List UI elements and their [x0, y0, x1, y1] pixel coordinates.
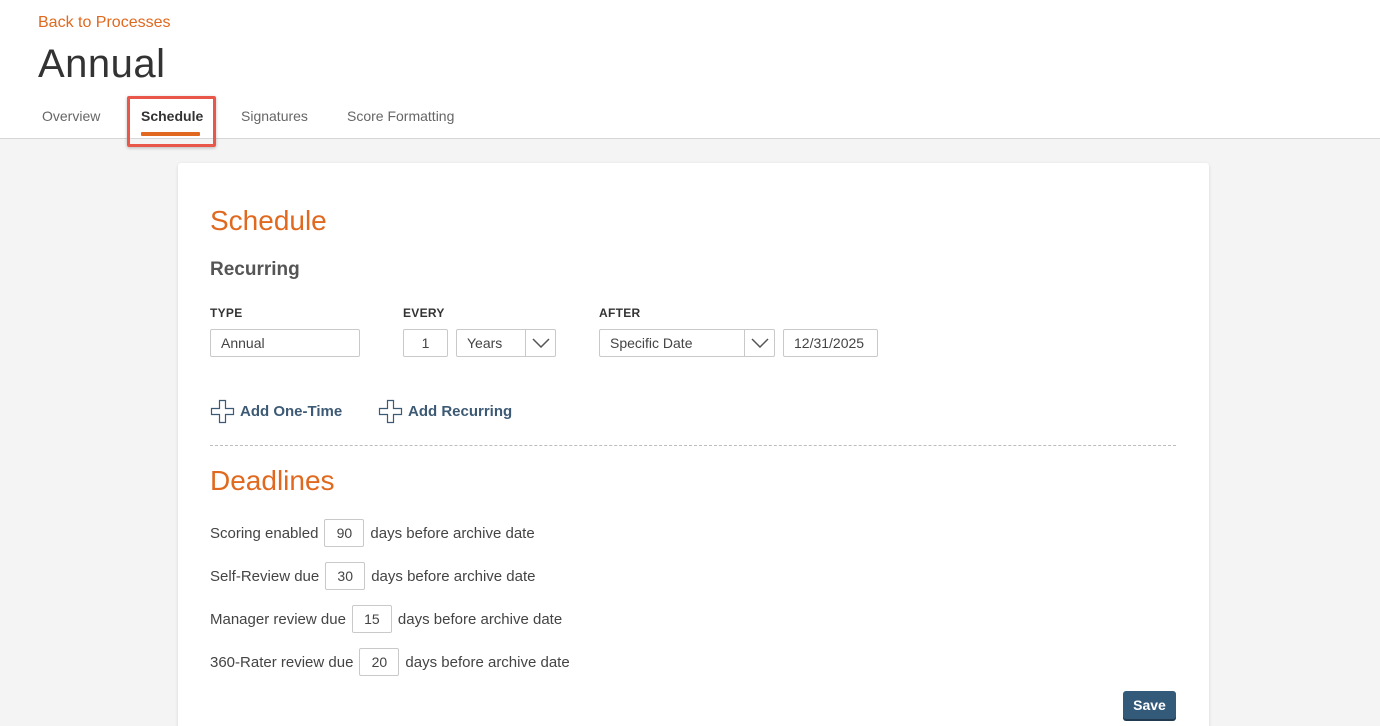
deadline-suffix: days before archive date — [370, 524, 535, 542]
plus-icon — [378, 399, 403, 424]
chevron-down-icon — [744, 330, 774, 356]
tab-overview[interactable]: Overview — [42, 108, 100, 124]
save-button[interactable]: Save — [1123, 691, 1176, 719]
section-divider — [210, 445, 1176, 446]
tab-bar: Overview Schedule Signatures Score Forma… — [0, 96, 600, 147]
deadlines-section-title: Deadlines — [210, 465, 335, 496]
type-label: TYPE — [210, 306, 243, 320]
after-select[interactable]: Specific Date — [599, 329, 775, 357]
self-review-days-field[interactable] — [325, 562, 366, 590]
after-date-field[interactable] — [783, 329, 878, 357]
every-label: EVERY — [403, 306, 445, 320]
active-tab-indicator — [141, 132, 200, 136]
tab-schedule[interactable]: Schedule — [141, 108, 203, 124]
every-number-field[interactable] — [403, 329, 448, 357]
page-header: Back to Processes Annual Overview Schedu… — [0, 0, 1380, 147]
chevron-down-icon — [525, 330, 555, 356]
deadline-row-self-review: Self-Review due days before archive date — [210, 561, 536, 591]
scoring-enabled-days-field[interactable] — [324, 519, 365, 547]
add-recurring-button[interactable]: Add Recurring — [378, 399, 512, 424]
every-unit-value: Years — [467, 335, 503, 351]
tab-signatures[interactable]: Signatures — [241, 108, 308, 124]
deadline-suffix: days before archive date — [405, 653, 570, 671]
add-recurring-label: Add Recurring — [408, 403, 513, 420]
plus-icon — [210, 399, 235, 424]
schedule-card: Schedule Recurring TYPE EVERY Years AFTE… — [178, 163, 1209, 726]
deadline-suffix: days before archive date — [371, 567, 536, 585]
after-label: AFTER — [599, 306, 641, 320]
tab-score-formatting[interactable]: Score Formatting — [347, 108, 454, 124]
deadline-suffix: days before archive date — [397, 610, 563, 628]
recurring-title: Recurring — [210, 259, 300, 280]
manager-review-days-field[interactable] — [351, 605, 392, 633]
schedule-section-title: Schedule — [210, 205, 327, 236]
deadline-label: Self-Review due — [210, 567, 320, 585]
deadline-row-manager-review: Manager review due days before archive d… — [210, 604, 562, 634]
deadline-row-360-rater: 360-Rater review due days before archive… — [210, 647, 570, 677]
type-field[interactable] — [210, 329, 360, 357]
every-unit-select[interactable]: Years — [456, 329, 556, 357]
after-select-value: Specific Date — [610, 335, 693, 351]
add-one-time-button[interactable]: Add One-Time — [210, 399, 342, 424]
page-title: Annual — [38, 42, 166, 86]
add-one-time-label: Add One-Time — [240, 403, 343, 420]
rater-review-days-field[interactable] — [359, 648, 400, 676]
deadline-row-scoring: Scoring enabled days before archive date — [210, 518, 535, 548]
deadline-label: Manager review due — [210, 610, 346, 628]
deadline-label: 360-Rater review due — [210, 653, 354, 671]
back-to-processes-link[interactable]: Back to Processes — [38, 14, 171, 32]
deadline-label: Scoring enabled — [210, 524, 319, 542]
